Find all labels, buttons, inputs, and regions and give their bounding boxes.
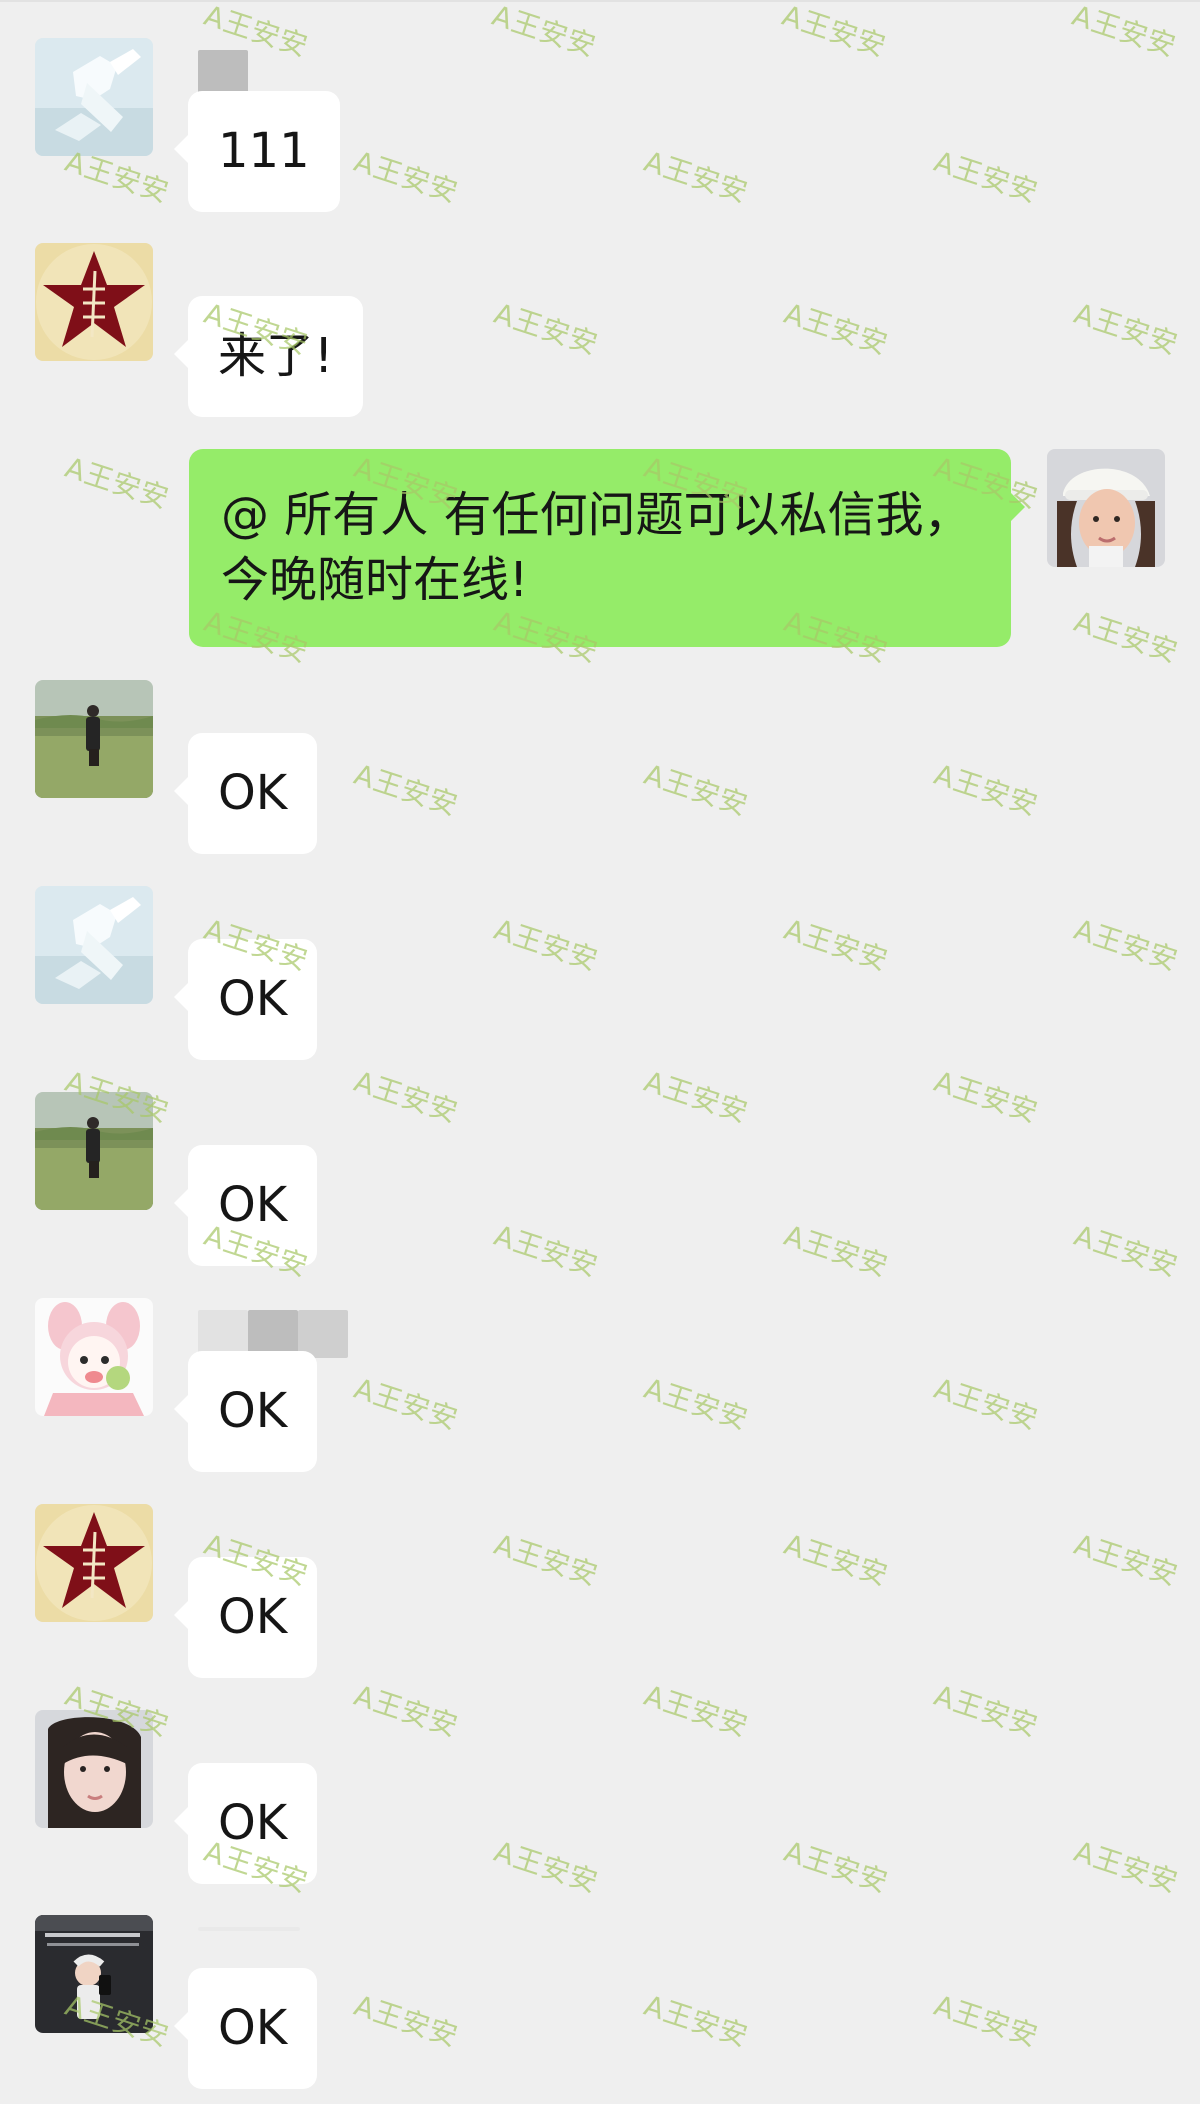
- field-person-image: [35, 680, 153, 798]
- avatar-bunny-cartoon[interactable]: [35, 1298, 153, 1416]
- message-bubble[interactable]: 来了!: [173, 296, 364, 417]
- message-bubble[interactable]: OK: [173, 1557, 318, 1678]
- message-row: OK: [0, 1504, 1200, 1678]
- message-row: OK: [0, 1298, 1200, 1472]
- ice-sculpture-image: [35, 886, 153, 1004]
- redacted-name-block: [198, 1927, 300, 1931]
- message-bubble[interactable]: OK: [173, 1351, 318, 1472]
- girl-cap-image: [1047, 449, 1165, 567]
- message-row-self: @ 所有人 有任何问题可以私信我，今晚随时在线!: [0, 449, 1200, 649]
- avatar-star[interactable]: [35, 243, 153, 361]
- avatar-girl-cap[interactable]: [1047, 449, 1165, 567]
- message-row: OK: [0, 1915, 1200, 2089]
- field-person-image: [35, 1092, 153, 1210]
- ice-sculpture-image: [35, 38, 153, 156]
- message-row: 来了!: [0, 243, 1200, 417]
- message-bubble[interactable]: OK: [173, 939, 318, 1060]
- avatar-mirror-selfie[interactable]: [35, 1915, 153, 2033]
- message-text: OK: [218, 1383, 288, 1439]
- avatar-star[interactable]: [35, 1504, 153, 1622]
- star-image: [35, 243, 153, 361]
- message-text: OK: [218, 1795, 288, 1851]
- message-text: OK: [218, 971, 288, 1027]
- self-message-bubble[interactable]: @ 所有人 有任何问题可以私信我，今晚随时在线!: [189, 449, 1025, 647]
- message-bubble[interactable]: 111: [174, 91, 340, 212]
- message-bubble[interactable]: OK: [173, 1968, 318, 2089]
- star-image: [35, 1504, 153, 1622]
- message-bubble[interactable]: OK: [173, 1145, 318, 1266]
- message-bubble[interactable]: OK: [173, 1763, 318, 1884]
- message-row: OK: [0, 680, 1200, 854]
- message-row: OK: [0, 1710, 1200, 1884]
- message-text: OK: [218, 1177, 288, 1233]
- bunny-cartoon-image: [35, 1298, 153, 1416]
- avatar-woman-face[interactable]: [35, 1710, 153, 1828]
- avatar-ice-sculpture[interactable]: [35, 38, 153, 156]
- message-row: OK: [0, 886, 1200, 1060]
- message-text: OK: [218, 2000, 288, 2056]
- avatar-ice-sculpture[interactable]: [35, 886, 153, 1004]
- avatar-field-person[interactable]: [35, 1092, 153, 1210]
- message-text: @ 所有人 有任何问题可以私信我，今晚随时在线!: [221, 487, 972, 608]
- message-text: OK: [218, 765, 288, 821]
- message-row: 111: [0, 38, 1200, 212]
- message-bubble[interactable]: OK: [173, 733, 318, 854]
- message-text: 来了!: [218, 328, 334, 384]
- chat-message-list[interactable]: 111 来了! @ 所有人 有任何问题可以私信我，今晚随时在线! OK OK O…: [0, 0, 1200, 2104]
- message-row: OK: [0, 1092, 1200, 1266]
- mirror-selfie-image: [35, 1915, 153, 2033]
- message-text: OK: [218, 1589, 288, 1645]
- woman-face-image: [35, 1710, 153, 1828]
- avatar-field-person[interactable]: [35, 680, 153, 798]
- message-text: 111: [218, 123, 310, 179]
